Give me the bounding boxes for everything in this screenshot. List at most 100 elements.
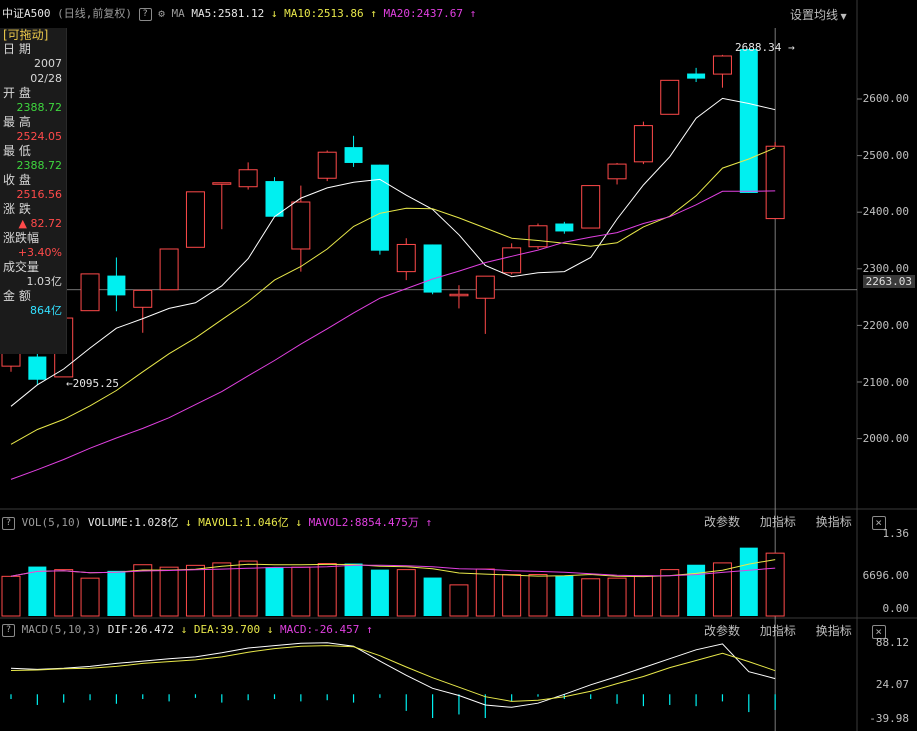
change-value: ▲ 82.72 [18,217,62,230]
ma20-line [10,190,776,480]
volume-bar [581,578,601,617]
candle-body [423,244,442,293]
high-value: 2524.05 [16,130,63,143]
volume-bar [502,574,522,617]
switch-indicator-button[interactable]: 换指标 [816,515,852,529]
arrow-down-icon: ↓ [266,623,274,636]
vol-tick: 6696.00 [862,569,909,582]
mavol2-value: MAVOL2:8854.475万 [308,516,419,529]
drag-label[interactable]: [可拖动] [0,28,66,42]
candle-body [396,243,416,273]
max-price-label: 2688.34 → [735,41,795,54]
volume-bar [555,575,574,616]
macd-value: MACD:-26.457 [279,623,360,636]
volume-bar [765,552,785,617]
volume-bar [28,566,47,616]
price-tick: 2600.00 [862,92,909,105]
candle-body [28,356,47,380]
volume-bar [265,567,284,616]
volume-toolbar: 改参数 加指标 换指标 × [704,513,886,530]
close-value: 2516.56 [16,188,63,201]
candle-body [185,191,205,248]
quote-info-panel[interactable]: [可拖动] 日 期 2007 02/28 开 盘 2388.72 最 高 252… [0,28,67,354]
volume-label: 成交量 [3,260,40,274]
candle-body [502,247,522,274]
candle-body [475,275,495,299]
dif-value: DIF:26.472 [107,623,174,636]
volume-bar [607,577,627,617]
ma5-line [10,97,776,407]
price-tick: 2000.00 [862,432,909,445]
high-label: 最 高 [3,115,31,129]
volume-bar [238,560,258,617]
arrow-up-icon: ↑ [425,516,433,529]
candle-body [291,201,311,250]
change-label: 涨 跌 [3,202,31,216]
volume-bar [54,569,74,617]
pct-value: +3.40% [17,246,62,259]
price-tick: 2500.00 [862,149,909,162]
dif-line [10,642,776,708]
candle-body [581,185,601,229]
candle-body [344,147,363,163]
switch-indicator-button[interactable]: 换指标 [816,624,852,638]
macd-toolbar: 改参数 加指标 换指标 × [704,622,886,639]
help-icon[interactable]: ? [2,623,15,637]
volume-bar [133,564,153,617]
add-indicator-button[interactable]: 加指标 [760,624,796,638]
close-label: 收 盘 [3,173,31,187]
price-tick: 2400.00 [862,205,909,218]
open-value: 2388.72 [16,101,63,114]
candle-body [687,73,706,79]
low-label: 最 低 [3,144,31,158]
arrow-down-icon: ↓ [180,623,188,636]
volume-value: 1.03亿 [26,275,63,288]
add-indicator-button[interactable]: 加指标 [760,515,796,529]
volume-bar [423,577,442,616]
candle-body [712,55,732,75]
low-value: 2388.72 [16,159,63,172]
amount-value: 864亿 [30,304,62,317]
volume-bar [660,569,680,617]
volume-bar [633,575,653,617]
arrow-up-icon: ↑ [366,623,373,636]
help-icon[interactable]: ? [2,516,15,530]
pct-label: 涨跌幅 [3,231,40,245]
vol-tick: 0.00 [882,602,910,615]
volume-header: ? VOL(5,10) VOLUME:1.028亿 ↓ MAVOL1:1.046… [2,514,432,530]
candle-body [555,223,574,232]
change-params-button[interactable]: 改参数 [704,624,740,638]
dea-line [10,645,776,702]
cursor-price-label: 2263.03 [862,275,915,288]
volume-bar [475,568,495,617]
macd-tick: -39.98 [869,712,909,725]
volume-bar [159,566,179,617]
candle-body [739,48,758,193]
candle-body [133,289,153,308]
date-md: 02/28 [30,72,62,85]
candle-body [660,79,680,115]
amount-label: 金 额 [3,289,31,303]
candle-body [449,293,469,297]
change-params-button[interactable]: 改参数 [704,515,740,529]
candle-body [159,248,179,291]
vol-title[interactable]: VOL(5,10) [22,516,82,529]
candle-body [80,273,100,312]
arrow-down-icon: ↓ [295,516,302,529]
volume-bar [291,566,311,617]
arrow-down-icon: ↓ [184,516,192,529]
candle-body [633,125,653,163]
candle-body [238,169,258,188]
open-label: 开 盘 [3,86,31,100]
price-tick: 2300.00 [862,262,909,275]
volume-bar [396,569,416,617]
macd-tick: 88.12 [875,636,909,649]
candle-body [607,163,627,180]
volume-bar [212,562,232,617]
volume-bar [80,577,100,617]
candle-body [212,182,232,185]
macd-title[interactable]: MACD(5,10,3) [22,623,101,636]
vol-value: VOLUME:1.028亿 [87,516,179,529]
date-label: 日 期 [3,42,31,56]
volume-bar [528,574,548,617]
